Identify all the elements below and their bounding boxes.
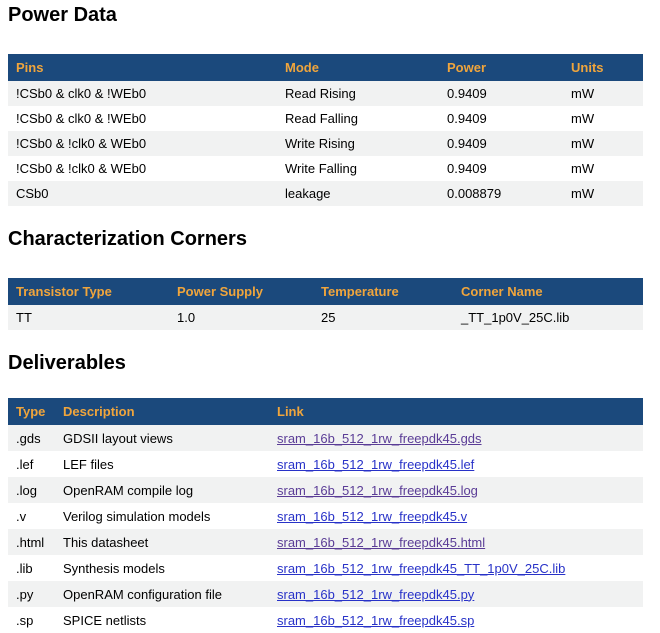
file-link[interactable]: sram_16b_512_1rw_freepdk45.gds <box>277 431 482 446</box>
cell-power-supply: 1.0 <box>169 305 313 330</box>
column-header-mode: Mode <box>277 54 439 81</box>
cell-temperature: 25 <box>313 305 453 330</box>
cell-units: mW <box>563 156 643 181</box>
header-row: PinsModePowerUnits <box>8 54 643 81</box>
cell-type: .lib <box>8 555 55 581</box>
file-link[interactable]: sram_16b_512_1rw_freepdk45.sp <box>277 613 474 628</box>
table-row: !CSb0 & !clk0 & WEb0Write Rising0.9409mW <box>8 131 643 156</box>
column-header-description: Description <box>55 398 269 425</box>
cell-pins: !CSb0 & clk0 & !WEb0 <box>8 106 277 131</box>
cell-link: sram_16b_512_1rw_freepdk45.v <box>269 503 643 529</box>
cell-description: GDSII layout views <box>55 425 269 451</box>
column-header-power: Power <box>439 54 563 81</box>
cell-description: SPICE netlists <box>55 607 269 633</box>
table-row: !CSb0 & clk0 & !WEb0Read Falling0.9409mW <box>8 106 643 131</box>
cell-pins: !CSb0 & !clk0 & WEb0 <box>8 131 277 156</box>
cell-type: .html <box>8 529 55 555</box>
cell-mode: Write Rising <box>277 131 439 156</box>
table-row: .gdsGDSII layout views sram_16b_512_1rw_f… <box>8 425 643 451</box>
cell-type: .lef <box>8 451 55 477</box>
table-row: CSb0leakage0.008879mW <box>8 181 643 206</box>
table-row: .libSynthesis models sram_16b_512_1rw_fre… <box>8 555 643 581</box>
cell-type: .v <box>8 503 55 529</box>
file-link[interactable]: sram_16b_512_1rw_freepdk45.lef <box>277 457 474 472</box>
cell-link: sram_16b_512_1rw_freepdk45.gds <box>269 425 643 451</box>
cell-power: 0.008879 <box>439 181 563 206</box>
deliverables-heading: Deliverables <box>8 352 652 375</box>
cell-power: 0.9409 <box>439 106 563 131</box>
cell-description: OpenRAM compile log <box>55 477 269 503</box>
datasheet-page: Power Data PinsModePowerUnits!CSb0 & clk… <box>0 0 660 633</box>
cell-pins: !CSb0 & !clk0 & WEb0 <box>8 156 277 181</box>
cell-mode: Read Falling <box>277 106 439 131</box>
cell-link: sram_16b_512_1rw_freepdk45.lef <box>269 451 643 477</box>
file-link[interactable]: sram_16b_512_1rw_freepdk45.log <box>277 483 478 498</box>
cell-type: .py <box>8 581 55 607</box>
table-row: .lefLEF files sram_16b_512_1rw_freepdk45.… <box>8 451 643 477</box>
table-row: TT1.025_TT_1p0V_25C.lib <box>8 305 643 330</box>
column-header-pins: Pins <box>8 54 277 81</box>
cell-description: LEF files <box>55 451 269 477</box>
section-characterization-corners: Characterization Corners Transistor Type… <box>8 228 652 330</box>
cell-pins: CSb0 <box>8 181 277 206</box>
header-row: TypeDescriptionLink <box>8 398 643 425</box>
column-header-link: Link <box>269 398 643 425</box>
table-row: !CSb0 & clk0 & !WEb0Read Rising0.9409mW <box>8 81 643 106</box>
characterization-corners-table: Transistor TypePower SupplyTemperatureCo… <box>8 278 643 330</box>
power-data-table: PinsModePowerUnits!CSb0 & clk0 & !WEb0Re… <box>8 54 643 206</box>
column-header-corner-name: Corner Name <box>453 278 643 305</box>
header-row: Transistor TypePower SupplyTemperatureCo… <box>8 278 643 305</box>
table-row: .spSPICE netlists sram_16b_512_1rw_freepd… <box>8 607 643 633</box>
cell-description: Synthesis models <box>55 555 269 581</box>
cell-mode: Write Falling <box>277 156 439 181</box>
cell-type: .gds <box>8 425 55 451</box>
cell-description: This datasheet <box>55 529 269 555</box>
cell-link: sram_16b_512_1rw_freepdk45_TT_1p0V_25C.l… <box>269 555 643 581</box>
cell-units: mW <box>563 106 643 131</box>
table-row: .vVerilog simulation models sram_16b_512_… <box>8 503 643 529</box>
cell-link: sram_16b_512_1rw_freepdk45.log <box>269 477 643 503</box>
power-data-heading: Power Data <box>8 4 652 27</box>
cell-power: 0.9409 <box>439 131 563 156</box>
file-link[interactable]: sram_16b_512_1rw_freepdk45.py <box>277 587 474 602</box>
cell-pins: !CSb0 & clk0 & !WEb0 <box>8 81 277 106</box>
cell-link: sram_16b_512_1rw_freepdk45.html <box>269 529 643 555</box>
cell-mode: Read Rising <box>277 81 439 106</box>
file-link[interactable]: sram_16b_512_1rw_freepdk45.html <box>277 535 485 550</box>
cell-link: sram_16b_512_1rw_freepdk45.sp <box>269 607 643 633</box>
column-header-power-supply: Power Supply <box>169 278 313 305</box>
section-power-data: Power Data PinsModePowerUnits!CSb0 & clk… <box>8 4 652 206</box>
cell-units: mW <box>563 81 643 106</box>
cell-corner-name: _TT_1p0V_25C.lib <box>453 305 643 330</box>
deliverables-table: TypeDescriptionLink.gdsGDSII layout view… <box>8 398 643 633</box>
table-row: .htmlThis datasheet sram_16b_512_1rw_free… <box>8 529 643 555</box>
file-link[interactable]: sram_16b_512_1rw_freepdk45.v <box>277 509 467 524</box>
cell-description: OpenRAM configuration file <box>55 581 269 607</box>
cell-units: mW <box>563 181 643 206</box>
cell-description: Verilog simulation models <box>55 503 269 529</box>
characterization-corners-heading: Characterization Corners <box>8 228 652 251</box>
cell-transistor-type: TT <box>8 305 169 330</box>
cell-link: sram_16b_512_1rw_freepdk45.py <box>269 581 643 607</box>
section-deliverables: Deliverables TypeDescriptionLink.gdsGDSI… <box>8 352 652 633</box>
table-row: .pyOpenRAM configuration file sram_16b_51… <box>8 581 643 607</box>
cell-mode: leakage <box>277 181 439 206</box>
cell-units: mW <box>563 131 643 156</box>
column-header-units: Units <box>563 54 643 81</box>
cell-power: 0.9409 <box>439 81 563 106</box>
cell-power: 0.9409 <box>439 156 563 181</box>
cell-type: .log <box>8 477 55 503</box>
cell-type: .sp <box>8 607 55 633</box>
table-row: !CSb0 & !clk0 & WEb0Write Falling0.9409m… <box>8 156 643 181</box>
table-row: .logOpenRAM compile log sram_16b_512_1rw_… <box>8 477 643 503</box>
column-header-temperature: Temperature <box>313 278 453 305</box>
column-header-type: Type <box>8 398 55 425</box>
file-link[interactable]: sram_16b_512_1rw_freepdk45_TT_1p0V_25C.l… <box>277 561 565 576</box>
column-header-transistor-type: Transistor Type <box>8 278 169 305</box>
